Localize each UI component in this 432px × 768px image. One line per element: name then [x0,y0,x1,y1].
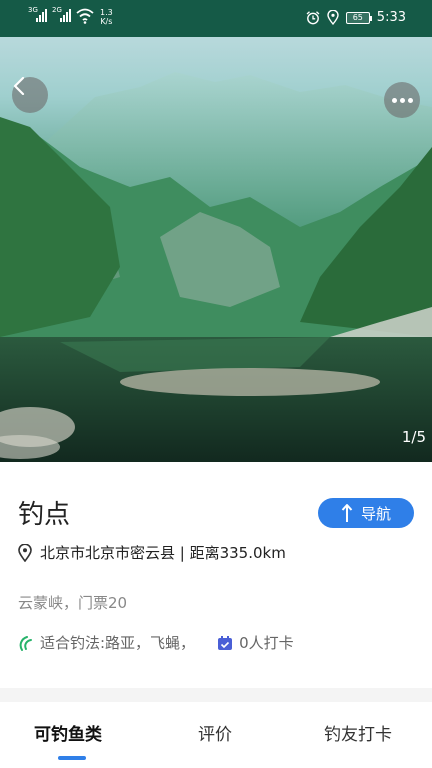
speed-value: 1.3 [100,8,113,17]
location-text: 北京市北京市密云县 | 距离335.0km [40,544,286,562]
calendar-check-icon [217,635,233,651]
more-button[interactable] [384,82,420,118]
fishing-hook-icon [18,635,34,651]
spot-detail-page: 3G 2G 1.3 K/s 65 5:33 1/5 钓点 导航 北京市北京市密云… [0,0,432,768]
speed-unit: K/s [100,17,113,26]
map-pin-icon [18,543,32,562]
active-tab-indicator [58,756,86,760]
tab-catchable-fish[interactable]: 可钓鱼类 [34,720,102,745]
more-dot-icon [399,97,405,103]
more-dot-icon [391,97,397,103]
signal-icon: 3G [28,6,47,22]
tab-bar: 可钓鱼类 评价 钓友打卡 [0,702,432,768]
spot-info-card: 钓点 导航 北京市北京市密云县 | 距离335.0km 云蒙峡，门票20 适合钓… [0,462,432,688]
back-button[interactable] [12,77,48,113]
navigate-label: 导航 [360,504,391,523]
location-status-icon [327,10,339,25]
meta-row: 适合钓法:路亚，飞蝇， 0人打卡 [18,632,294,653]
arrow-up-icon [341,504,353,522]
status-left: 3G 2G 1.3 K/s [28,6,113,26]
checkin-count: 0人打卡 [239,634,294,652]
spot-title: 钓点 [18,500,71,530]
image-counter: 1/5 [401,428,426,446]
wifi-icon [76,8,94,24]
location-row: 北京市北京市密云县 | 距离335.0km [18,542,286,563]
battery-icon: 65 [345,11,372,24]
clock: 5:33 [376,10,406,25]
tab-reviews[interactable]: 评价 [198,720,232,745]
chevron-left-icon [13,77,25,95]
fishing-methods: 适合钓法:路亚，飞蝇， [40,634,196,652]
tab-angler-checkins[interactable]: 钓友打卡 [324,720,392,745]
status-right: 65 5:33 [306,10,406,25]
network-speed: 1.3 K/s [100,8,113,26]
signal-icon-2: 2G [52,6,71,22]
more-dot-icon [407,97,413,103]
status-bar: 3G 2G 1.3 K/s 65 5:33 [0,0,432,37]
signal-type-1: 3G [28,6,38,14]
spot-description: 云蒙峡，门票20 [18,594,128,612]
hero-image[interactable] [0,37,432,462]
navigate-button[interactable]: 导航 [318,498,414,528]
signal-type-2: 2G [52,6,62,14]
landscape-illustration [0,72,432,462]
alarm-icon [306,10,320,24]
